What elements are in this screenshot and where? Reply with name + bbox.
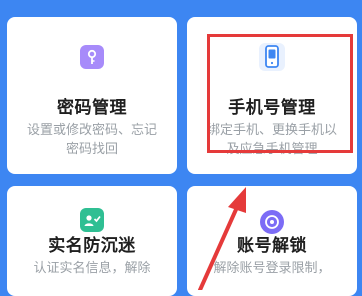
card-title: 实名防沉迷 (48, 236, 136, 256)
card-title: 密码管理 (57, 98, 127, 118)
card-description: 认证实名信息，解除 (33, 261, 151, 276)
highlight-box (207, 34, 353, 153)
id-card-icon (80, 208, 104, 232)
key-icon (80, 45, 104, 69)
password-management-card[interactable]: 密码管理 设置或修改密码、忘记密码找回 (7, 17, 177, 174)
card-description: 设置或修改密码、忘记密码找回 (26, 123, 157, 157)
arrow-pointer-icon (198, 187, 246, 290)
realname-anti-addiction-card[interactable]: 实名防沉迷 认证实名信息，解除 (7, 186, 177, 296)
